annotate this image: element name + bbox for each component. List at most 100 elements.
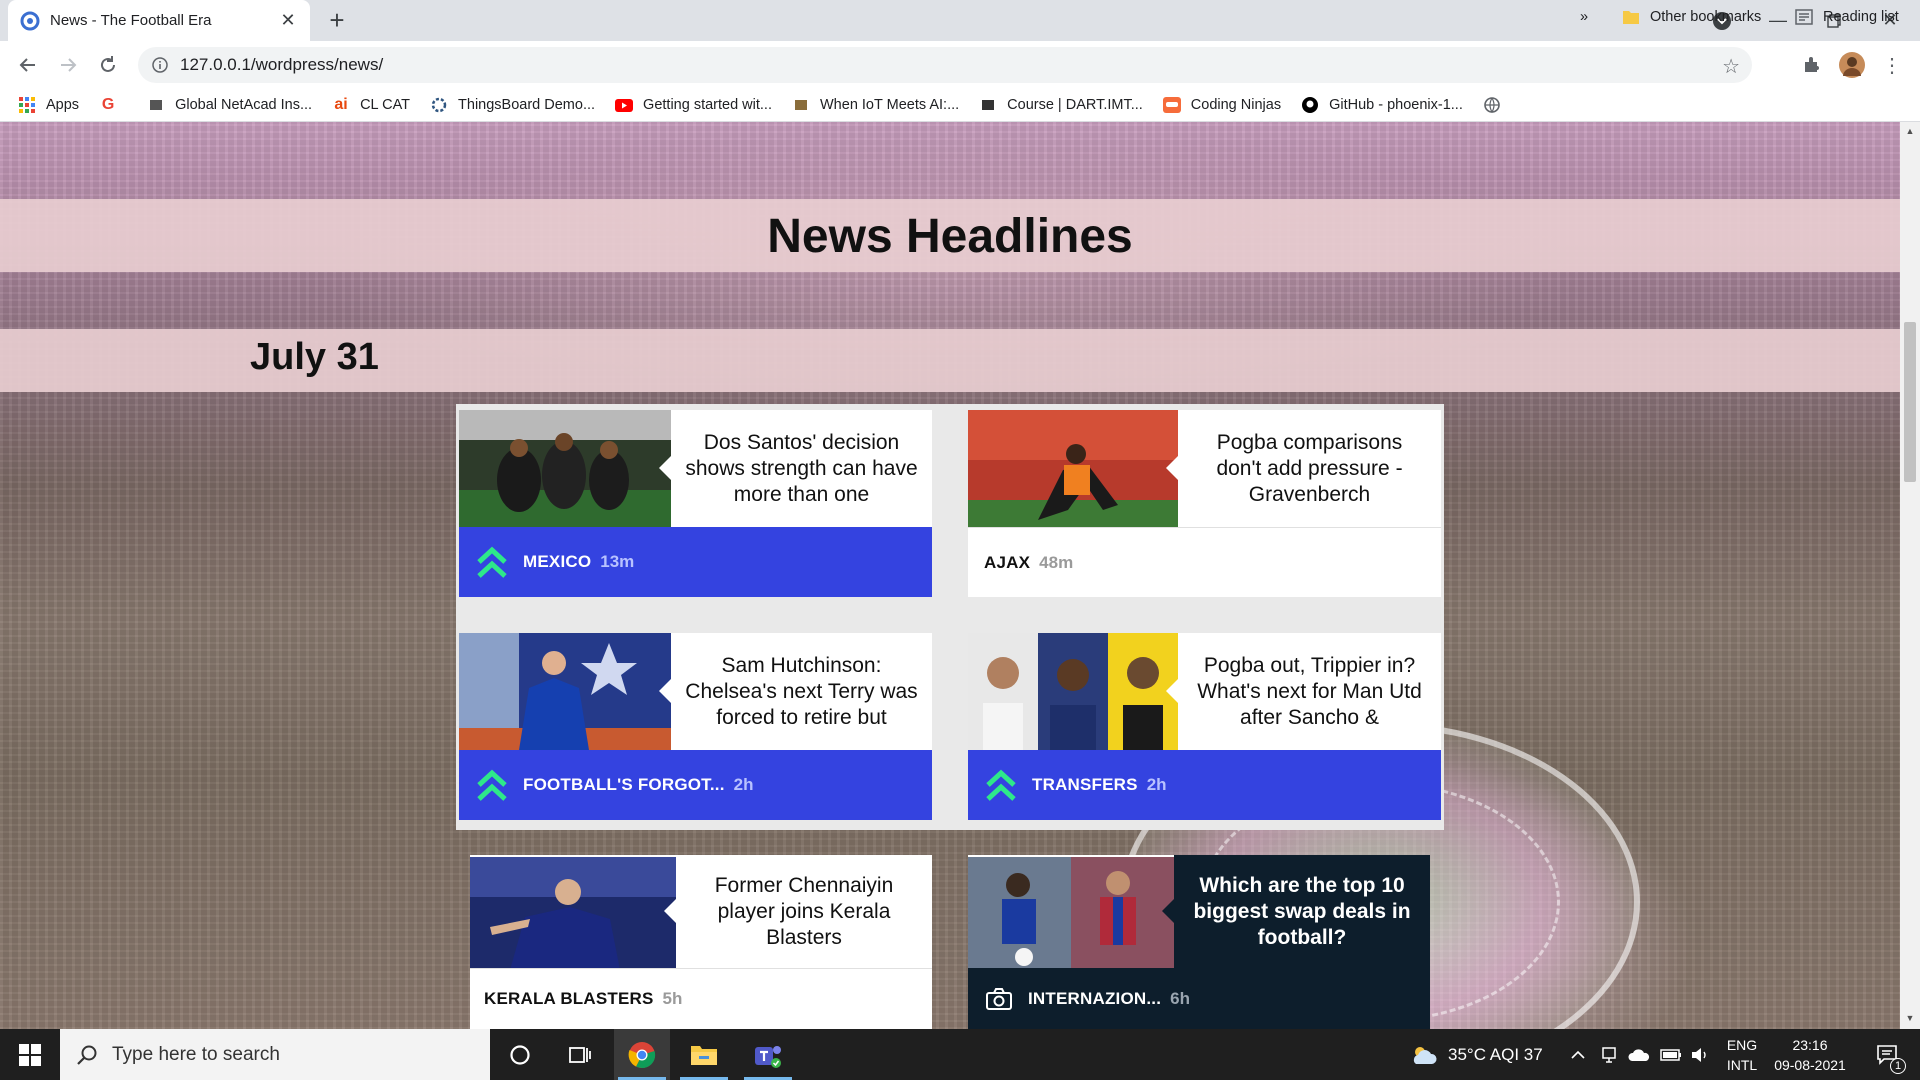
- bookmark-item[interactable]: G: [99, 96, 127, 114]
- bookmarks-bar: Apps G Global NetAcad Ins... ai CL CAT Things…: [0, 89, 1920, 122]
- news-card[interactable]: Sam Hutchinson: Chelsea's next Terry was…: [459, 633, 932, 820]
- card-thumbnail-image[interactable]: [459, 410, 671, 527]
- tab-close-icon[interactable]: ✕: [278, 10, 298, 31]
- weather-widget[interactable]: 35°C AQI 37: [1410, 1029, 1543, 1080]
- action-center-button[interactable]: 1: [1866, 1029, 1910, 1080]
- bookmark-star-icon[interactable]: ☆: [1722, 54, 1740, 79]
- bookmark-item[interactable]: Getting started wit...: [615, 96, 772, 114]
- scroll-down-arrow-icon[interactable]: ▼: [1904, 1013, 1916, 1025]
- news-card[interactable]: Which are the top 10 biggest swap deals …: [968, 855, 1430, 1029]
- folder-icon: [1623, 10, 1639, 24]
- reading-list-button[interactable]: Reading list: [1795, 0, 1899, 33]
- reading-list-icon: [1795, 8, 1813, 25]
- teams-taskbar-app[interactable]: [740, 1029, 796, 1080]
- card-thumbnail-image[interactable]: [968, 633, 1178, 750]
- card-headline[interactable]: Former Chennaiyin player joins Kerala Bl…: [676, 855, 932, 968]
- tab-title: News - The Football Era: [50, 12, 212, 29]
- speaker-icon: [1692, 1047, 1706, 1062]
- card-thumbnail-image[interactable]: [968, 410, 1178, 527]
- task-view-button[interactable]: [552, 1029, 608, 1080]
- new-tab-button[interactable]: +: [322, 6, 352, 36]
- card-category[interactable]: KERALA BLASTERS: [484, 989, 654, 1009]
- extensions-button[interactable]: [1798, 51, 1826, 79]
- info-icon[interactable]: [152, 57, 168, 73]
- reload-button[interactable]: [94, 51, 122, 79]
- tray-chevron-up-icon[interactable]: [1570, 1029, 1586, 1080]
- taskbar-search-box[interactable]: Type here to search: [60, 1029, 490, 1080]
- news-card[interactable]: Dos Santos' decision shows strength can …: [459, 410, 932, 597]
- date-heading: July 31: [250, 336, 379, 378]
- arrow-left-icon: [19, 58, 35, 72]
- card-notch: [1166, 456, 1178, 480]
- news-card[interactable]: Pogba comparisons don't add pressure - G…: [968, 410, 1441, 597]
- teams-icon: [755, 1045, 781, 1068]
- clock[interactable]: 23:16 09-08-2021: [1764, 1029, 1856, 1080]
- tray-meet-now-icon[interactable]: [1600, 1029, 1618, 1080]
- youtube-icon: [615, 96, 634, 114]
- bookmark-item[interactable]: Course | DART.IMT...: [979, 96, 1143, 114]
- scroll-thumb[interactable]: [1904, 322, 1916, 482]
- browser-tab-active[interactable]: News - The Football Era ✕: [8, 0, 310, 41]
- card-headline[interactable]: Sam Hutchinson: Chelsea's next Terry was…: [671, 633, 932, 750]
- start-button[interactable]: [0, 1029, 60, 1080]
- card-category[interactable]: TRANSFERS: [1032, 775, 1138, 795]
- clock-time: 23:16: [1792, 1036, 1828, 1053]
- card-headline[interactable]: Which are the top 10 biggest swap deals …: [1174, 855, 1430, 968]
- github-icon: [1301, 96, 1319, 114]
- card-category[interactable]: FOOTBALL'S FORGOT...: [523, 775, 725, 795]
- news-card[interactable]: Former Chennaiyin player joins Kerala Bl…: [470, 855, 932, 1029]
- cortana-button[interactable]: [492, 1029, 548, 1080]
- tray-onedrive-icon[interactable]: [1628, 1029, 1650, 1080]
- card-thumbnail-image[interactable]: [470, 855, 676, 972]
- bookmark-item[interactable]: [1483, 96, 1511, 114]
- card-category[interactable]: AJAX: [984, 553, 1030, 573]
- page-scrollbar[interactable]: ▲ ▼: [1900, 122, 1920, 1029]
- other-bookmarks-label: Other bookmarks: [1650, 8, 1762, 25]
- search-placeholder: Type here to search: [112, 1043, 280, 1065]
- menu-kebab-icon[interactable]: ⋮: [1878, 51, 1906, 79]
- news-card[interactable]: Pogba out, Trippier in? What's next for …: [968, 633, 1441, 820]
- bookmark-item[interactable]: ai CL CAT: [332, 96, 410, 114]
- file-explorer-taskbar-app[interactable]: [676, 1029, 732, 1080]
- windows-taskbar: Type here to search 35°C AQI 37 ENG INTL …: [0, 1029, 1920, 1080]
- globe-icon: [1483, 96, 1501, 114]
- chrome-taskbar-app[interactable]: [614, 1029, 670, 1080]
- bookmark-item[interactable]: Apps: [18, 96, 79, 114]
- language-indicator[interactable]: ENG INTL: [1720, 1029, 1764, 1080]
- forward-button[interactable]: [54, 51, 82, 79]
- tray-battery-icon[interactable]: [1660, 1029, 1682, 1080]
- windows-logo-icon: [19, 1043, 41, 1066]
- trending-up-icon: [986, 769, 1016, 801]
- card-thumbnail-image[interactable]: [459, 633, 671, 750]
- card-category[interactable]: MEXICO: [523, 552, 591, 572]
- bookmark-item[interactable]: Coding Ninjas: [1162, 96, 1281, 114]
- browser-toolbar: 127.0.0.1/wordpress/news/ ☆ ⋮: [0, 41, 1920, 89]
- page-title: News Headlines: [767, 210, 1133, 263]
- card-thumbnail-image[interactable]: [968, 855, 1174, 972]
- card-headline[interactable]: Dos Santos' decision shows strength can …: [671, 410, 932, 527]
- card-notch: [1162, 899, 1174, 923]
- card-headline[interactable]: Pogba comparisons don't add pressure - G…: [1178, 410, 1441, 527]
- cloud-sun-icon: [1413, 1046, 1437, 1064]
- tray-volume-icon[interactable]: [1690, 1029, 1710, 1080]
- bookmark-item[interactable]: ThingsBoard Demo...: [430, 96, 595, 114]
- other-bookmarks-folder[interactable]: Other bookmarks: [1622, 0, 1761, 33]
- puzzle-icon: [1805, 57, 1819, 72]
- address-bar[interactable]: 127.0.0.1/wordpress/news/ ☆: [138, 47, 1752, 83]
- card-notch: [1166, 679, 1178, 703]
- profile-avatar[interactable]: [1838, 51, 1866, 79]
- notification-count: 1: [1890, 1058, 1906, 1074]
- url-text[interactable]: 127.0.0.1/wordpress/news/: [180, 55, 383, 75]
- back-button[interactable]: [14, 51, 42, 79]
- card-category[interactable]: INTERNAZION...: [1028, 989, 1161, 1009]
- bookmark-item[interactable]: Global NetAcad Ins...: [147, 96, 312, 114]
- scroll-up-arrow-icon[interactable]: ▲: [1904, 126, 1916, 138]
- bookmark-item[interactable]: GitHub - phoenix-1...: [1301, 96, 1463, 114]
- card-time: 2h: [1146, 775, 1167, 794]
- bookmarks-more-button[interactable]: »: [1580, 0, 1588, 33]
- language-code: ENG: [1726, 1036, 1758, 1053]
- bookmark-item[interactable]: When IoT Meets AI:...: [792, 96, 959, 114]
- bookmark-label: Global NetAcad Ins...: [175, 97, 313, 113]
- camera-icon: [986, 987, 1012, 1010]
- card-headline[interactable]: Pogba out, Trippier in? What's next for …: [1178, 633, 1441, 750]
